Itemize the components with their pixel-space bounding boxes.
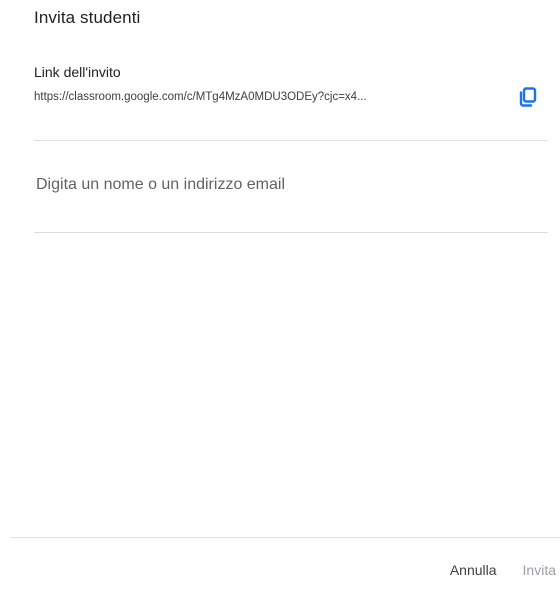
footer-divider: [10, 537, 560, 538]
input-underline: [34, 232, 548, 233]
link-divider: [34, 140, 548, 141]
copy-link-button[interactable]: [516, 85, 540, 109]
copy-icon: [519, 87, 537, 107]
cancel-button[interactable]: Annulla: [450, 562, 497, 578]
invite-link-row: https://classroom.google.com/c/MTg4MzA0M…: [34, 87, 548, 107]
name-or-email-input[interactable]: [34, 170, 536, 200]
invite-link-url[interactable]: https://classroom.google.com/c/MTg4MzA0M…: [34, 87, 496, 107]
dialog-actions: Annulla Invita: [450, 562, 556, 578]
invite-link-section: Link dell'invito https://classroom.googl…: [34, 64, 548, 107]
invite-link-label: Link dell'invito: [34, 64, 121, 80]
invite-button[interactable]: Invita: [523, 562, 556, 578]
dialog-title: Invita studenti: [34, 8, 141, 27]
invite-students-dialog: Invita studenti Link dell'invito https:/…: [0, 0, 560, 590]
